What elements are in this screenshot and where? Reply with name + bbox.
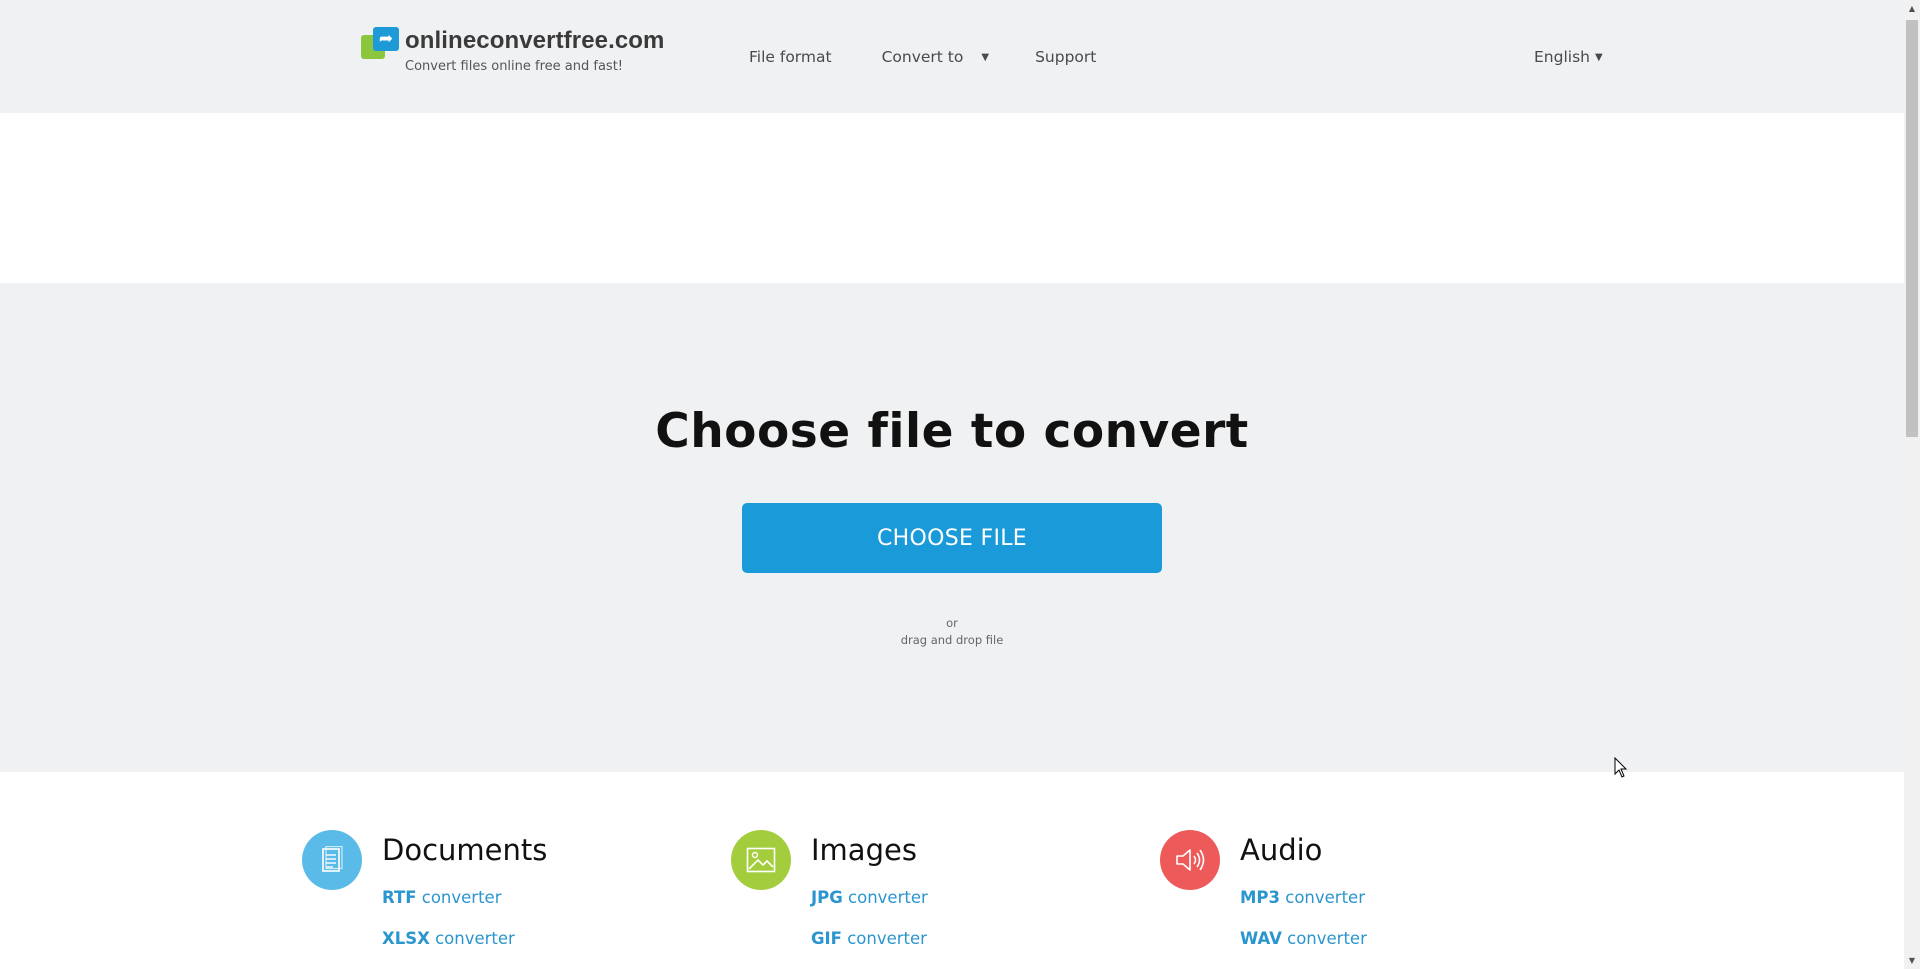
nav-convert-to-label: Convert to bbox=[881, 48, 964, 66]
drag-drop-text: drag and drop file bbox=[900, 633, 1004, 647]
mouse-cursor-icon bbox=[1614, 756, 1628, 783]
category-title: Images bbox=[811, 833, 917, 867]
or-text: or bbox=[946, 616, 958, 630]
site-header: ➦ onlineconvertfree.com Convert files on… bbox=[0, 0, 1904, 113]
site-logo[interactable]: ➦ onlineconvertfree.com Convert files on… bbox=[361, 27, 665, 74]
logo-mark-icon: ➦ bbox=[361, 27, 399, 61]
scrollbar-thumb[interactable] bbox=[1906, 20, 1918, 437]
choose-file-button[interactable]: CHOOSE FILE bbox=[742, 503, 1162, 573]
document-icon bbox=[302, 830, 362, 890]
chevron-down-icon: ▼ bbox=[1594, 51, 1603, 63]
drop-zone-hint[interactable]: or drag and drop file bbox=[0, 615, 1904, 649]
hero-title: Choose file to convert bbox=[655, 404, 1249, 459]
scroll-up-arrow-icon[interactable]: ▲ bbox=[1904, 0, 1920, 17]
category-title: Audio bbox=[1240, 833, 1323, 867]
main-nav: File format Convert to ▼ Support bbox=[749, 48, 1096, 66]
link-rtf-converter[interactable]: RTF converter bbox=[382, 886, 515, 909]
nav-convert-to[interactable]: Convert to ▼ bbox=[882, 48, 989, 66]
category-title: Documents bbox=[382, 833, 548, 867]
logo-name: onlineconvertfree.com bbox=[405, 27, 665, 54]
chevron-down-icon: ▼ bbox=[981, 51, 990, 63]
upload-hero: Choose file to convert CHOOSE FILE or dr… bbox=[0, 283, 1904, 772]
ad-banner-area bbox=[0, 113, 1904, 283]
vertical-scrollbar[interactable]: ▲ ▼ bbox=[1904, 0, 1920, 969]
language-selector[interactable]: English ▼ bbox=[1534, 48, 1603, 66]
logo-tagline: Convert files online free and fast! bbox=[405, 59, 624, 74]
link-mp3-converter[interactable]: MP3 converter bbox=[1240, 886, 1367, 909]
nav-support[interactable]: Support bbox=[1035, 48, 1096, 66]
scroll-down-arrow-icon[interactable]: ▼ bbox=[1904, 952, 1920, 969]
page: ➦ onlineconvertfree.com Convert files on… bbox=[0, 0, 1904, 969]
converter-categories: Documents RTF converter XLSX converter I… bbox=[0, 772, 1904, 969]
link-gif-converter[interactable]: GIF converter bbox=[811, 927, 928, 950]
language-label: English bbox=[1534, 48, 1590, 66]
image-icon bbox=[731, 830, 791, 890]
nav-file-format[interactable]: File format bbox=[749, 48, 832, 66]
link-jpg-converter[interactable]: JPG converter bbox=[811, 886, 928, 909]
link-xlsx-converter[interactable]: XLSX converter bbox=[382, 927, 515, 950]
link-wav-converter[interactable]: WAV converter bbox=[1240, 927, 1367, 950]
speaker-icon bbox=[1160, 830, 1220, 890]
